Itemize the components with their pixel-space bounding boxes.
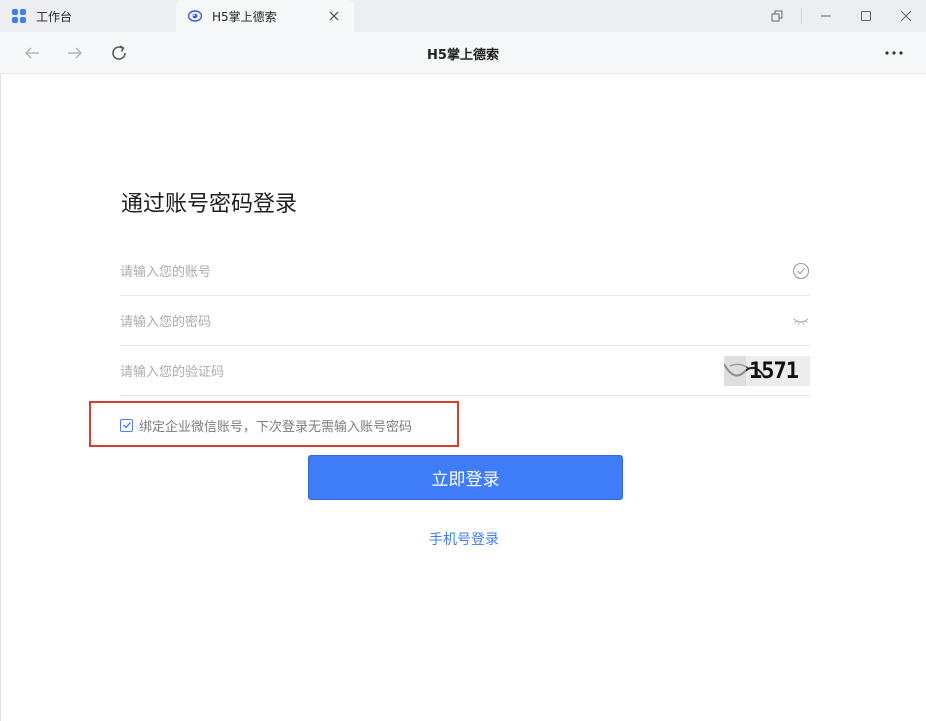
password-input[interactable] [120,310,720,334]
bind-checkbox[interactable] [120,418,133,432]
checkmark-icon [122,422,131,429]
close-icon[interactable] [886,0,926,32]
login-button[interactable]: 立即登录 [308,455,623,500]
page-title: H5掌上德索 [427,48,499,63]
grid-apps-icon [12,9,26,23]
captcha-input[interactable] [120,360,680,384]
account-input[interactable] [120,260,720,284]
tab-label: H5掌上德索 [212,9,277,24]
phone-login-link[interactable]: 手机号登录 [1,529,926,549]
restore-icon[interactable] [757,0,797,32]
login-heading: 通过账号密码登录 [121,192,298,217]
tab-h5-desuo[interactable]: H5掌上德索 [176,0,354,32]
login-page: 通过账号密码登录 1571 [0,74,926,721]
window-controls [757,0,926,32]
tab-workbench[interactable]: 工作台 [0,0,176,32]
maximize-icon[interactable] [846,0,886,32]
navigation-bar: H5掌上德索 [0,32,926,74]
password-field [120,296,810,346]
captcha-text: 1571 [749,358,799,384]
captcha-image[interactable]: 1571 [724,356,810,386]
window-control-divider [801,8,802,24]
close-tab-icon[interactable] [326,8,342,24]
eye-logo-icon [187,9,203,23]
tab-label: 工作台 [36,9,73,24]
eye-closed-icon[interactable] [792,312,810,330]
bind-label: 绑定企业微信账号，下次登录无需输入账号密码 [139,419,413,435]
tab-bar: 工作台 H5掌上德索 [0,0,926,32]
captcha-field: 1571 [120,346,810,396]
check-circle-icon [792,262,810,280]
bind-wecom-option[interactable]: 绑定企业微信账号，下次登录无需输入账号密码 [120,416,413,435]
minimize-icon[interactable] [806,0,846,32]
account-field [120,246,810,296]
more-options-icon[interactable] [882,41,906,65]
